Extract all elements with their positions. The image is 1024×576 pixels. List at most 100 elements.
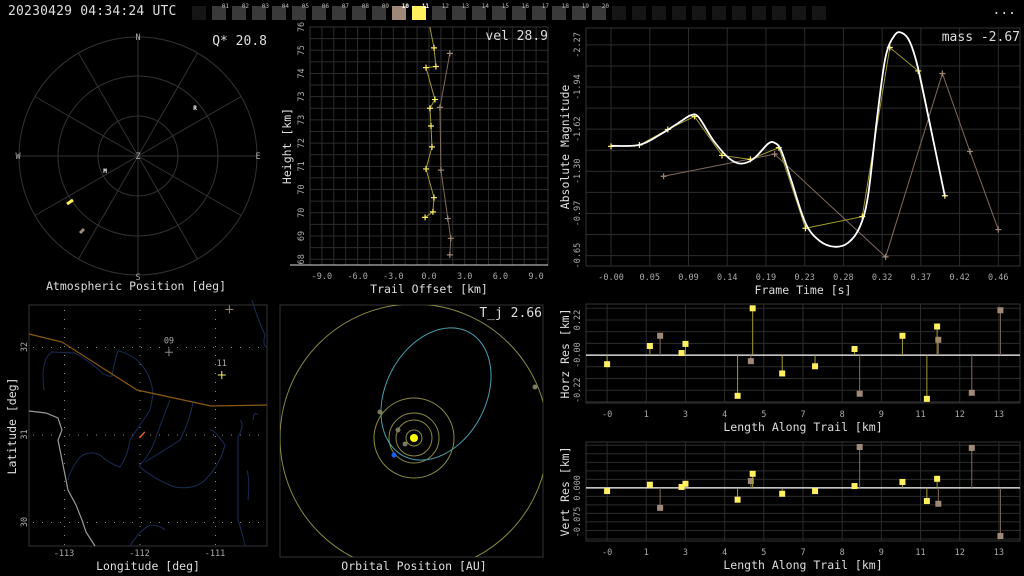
residual-point-station-10: [968, 389, 975, 396]
residual-point-station-11: [779, 370, 786, 377]
map-panel: 0911 -113 -112 -111323130 Longitude [deg] …: [5, 299, 268, 573]
map-grid-dot: [139, 346, 141, 347]
map-grid-dot: [64, 427, 65, 428]
data-point-station-11: [426, 105, 433, 112]
x-tick-label: 3: [683, 410, 688, 420]
station-marker-label: 11: [217, 359, 227, 369]
map-grid-dot: [240, 522, 241, 523]
map-ylabel: Latitude [deg]: [5, 378, 19, 475]
map-grid-dot: [64, 463, 65, 464]
map-grid-dot: [139, 328, 141, 329]
y-tick-label: 76: [297, 22, 307, 32]
x-axis-label: Frame Time [s]: [755, 283, 852, 297]
map-grid-dot: [139, 490, 141, 491]
x-tick-label: 0.05: [640, 273, 660, 283]
east-label: E: [255, 152, 260, 162]
map-grid-dot: [213, 347, 214, 348]
sun: [410, 434, 418, 442]
x-tick-label: 7: [800, 548, 805, 558]
height-vs-offset-chart: -9.0 -6.0 -3.0 0.0 3.0 6.0 9.0 76 75 74 73 73 72 71 70…: [280, 22, 549, 296]
residual-point-station-10: [935, 336, 942, 343]
map-grid-dot: [177, 434, 178, 436]
residual-point-station-11: [749, 305, 756, 312]
data-point-station-11: [423, 64, 430, 71]
map-grid-dot: [64, 490, 65, 491]
map-grid-dot: [64, 373, 65, 374]
residual-point-station-11: [934, 323, 941, 330]
residual-point-station-10: [968, 444, 975, 451]
map-grid-dot: [105, 347, 106, 348]
earth: [391, 452, 397, 458]
map-grid-dot: [105, 434, 106, 436]
map-grid-dot: [215, 382, 216, 383]
residual-point-station-11: [734, 392, 741, 399]
x-axis-label: Length Along Trail [km]: [723, 420, 882, 434]
residual-point-station-10: [657, 332, 664, 339]
x-tick-label: 0.19: [756, 273, 776, 283]
map-grid-dot: [139, 319, 141, 320]
residual-point-station-11: [749, 470, 756, 477]
map-grid-dot: [215, 481, 216, 482]
orbital-title: Orbital Position [AU]: [341, 559, 486, 573]
west-label: W: [15, 152, 21, 162]
residual-point-station-11: [851, 483, 858, 490]
map-grid-dot: [64, 418, 65, 419]
map-grid-dot: [139, 418, 141, 419]
data-point-station-10: [660, 173, 667, 180]
map-grid-dot: [215, 508, 216, 509]
x-tick-label: -3.0: [383, 272, 403, 282]
map-grid-dot: [114, 347, 115, 348]
x-tick-label: 0.28: [833, 273, 853, 283]
residual-point-station-11: [682, 340, 689, 347]
horizontal-residuals-chart: -0 1 3 4 5 7 8 9 11 12 130.22-0.00-0.22Length Alon…: [558, 303, 1021, 434]
map-grid-dot: [215, 526, 216, 527]
x-tick-label: 0.37: [911, 273, 931, 283]
x-tick-label: -9.0: [312, 272, 332, 282]
y-axis-label: Height [km]: [280, 108, 294, 184]
x-tick-label: 0.23: [794, 273, 814, 283]
marker-r: R: [193, 105, 197, 112]
x-tick-label: 4: [722, 410, 727, 420]
plot-annotation: vel 28.9: [485, 29, 548, 44]
residual-point-station-11: [646, 481, 653, 488]
x-tick-label: 0.32: [872, 273, 892, 283]
map-grid-dot: [213, 434, 214, 436]
map-grid-dot: [139, 427, 141, 428]
residual-point-station-10: [747, 358, 754, 365]
map-grid-dot: [64, 454, 65, 455]
map-grid-dot: [258, 522, 259, 523]
y-tick-label: 69: [297, 231, 307, 241]
map-grid-dot: [186, 434, 187, 436]
map-grid-dot: [64, 355, 65, 356]
x-tick-label: 9: [879, 548, 884, 558]
map-grid-dot: [168, 347, 169, 348]
map-grid-dot: [177, 522, 178, 523]
residual-point-station-11: [604, 488, 611, 495]
data-point-station-11: [428, 143, 435, 150]
map-grid-dot: [159, 522, 160, 523]
fit-curve: [611, 31, 946, 248]
y-tick-label: 70: [297, 208, 307, 218]
map-grid-dot: [159, 434, 160, 436]
tisserand-annotation: T_j 2.66: [479, 306, 542, 321]
map-grid-dot: [159, 347, 160, 348]
map-grid-dot: [215, 400, 216, 401]
map-grid-dot: [215, 418, 216, 419]
map-grid-dot: [96, 522, 97, 523]
data-point-station-11: [422, 214, 429, 221]
map-grid-dot: [215, 319, 216, 320]
vertical-residuals-chart: -0 1 3 4 5 7 8 9 11 12 130.000-0.075Length Along T…: [558, 441, 1021, 572]
x-tick-label: 1: [644, 410, 649, 420]
map-grid-dot: [78, 347, 79, 348]
marker-m: M: [103, 168, 107, 175]
map-grid-dot: [215, 499, 216, 500]
map-grid-dot: [168, 434, 169, 436]
residual-point-station-11: [734, 496, 741, 503]
map-grid-dot: [215, 490, 216, 491]
map-grid-dot: [96, 347, 97, 348]
map-grid-dot: [139, 481, 141, 482]
map-grid-dot: [215, 409, 216, 410]
map-grid-dot: [215, 544, 216, 545]
data-point-station-11: [430, 194, 437, 201]
map-grid-dot: [87, 347, 88, 348]
